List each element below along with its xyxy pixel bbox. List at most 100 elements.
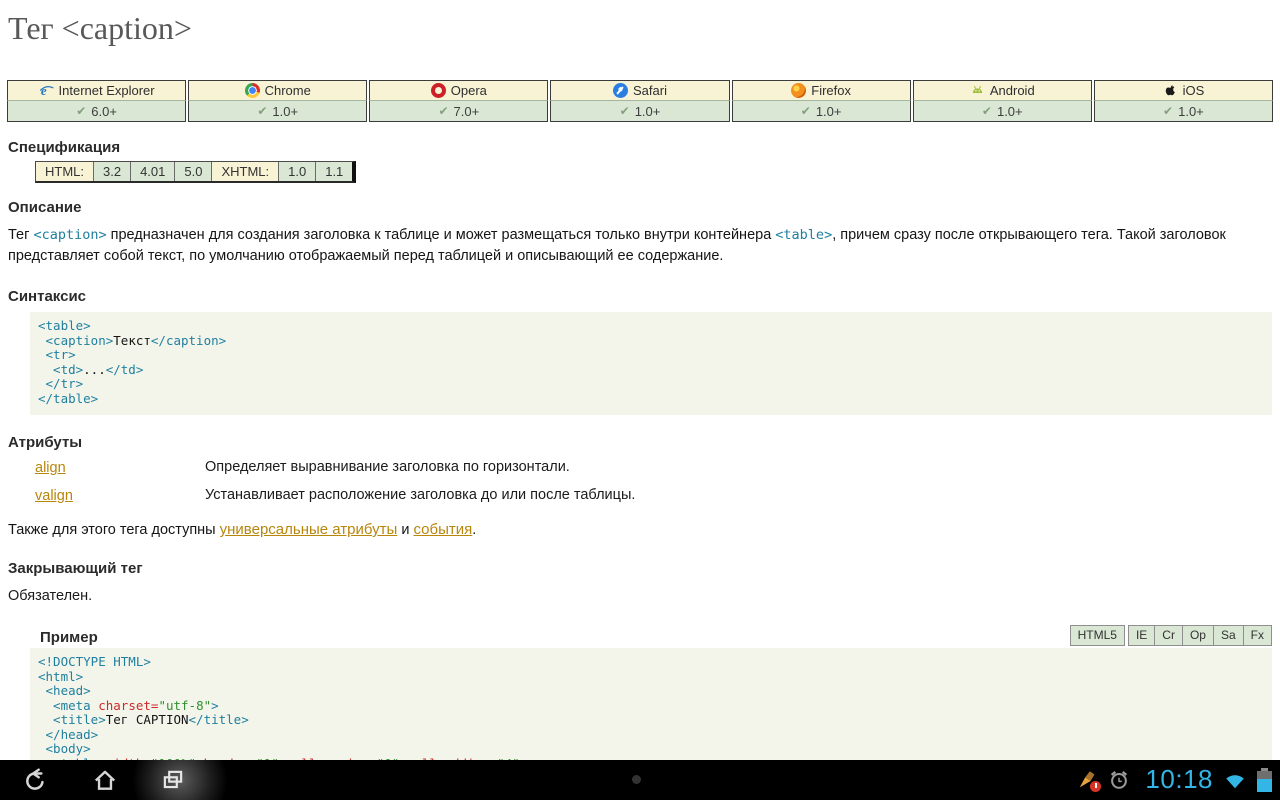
- home-button[interactable]: [88, 763, 122, 797]
- tab-firefox: Fx: [1243, 625, 1272, 646]
- page-title: Тег <caption>: [8, 10, 1280, 58]
- syntax-heading: Синтаксис: [8, 288, 1280, 305]
- battery-fill: [1257, 779, 1272, 792]
- code-line: <title>Тег CAPTION</title>: [38, 713, 1264, 728]
- code-line: </head>: [38, 728, 1264, 743]
- inline-link[interactable]: универсальные атрибуты: [220, 521, 398, 538]
- tab-safari: Sa: [1213, 625, 1244, 646]
- token-code: <table>: [775, 227, 832, 243]
- back-icon: [24, 767, 50, 793]
- android-navbar: 10:18: [0, 760, 1280, 800]
- attributes-note: Также для этого тега доступны универсаль…: [8, 521, 1272, 538]
- check-icon: ✔: [801, 104, 811, 118]
- support-version-ie: ✔6.0+: [7, 101, 186, 122]
- support-cell-opera: Opera: [369, 80, 548, 101]
- token-text: предназначен для создания заголовка к та…: [107, 227, 776, 243]
- token-tag: <head>: [38, 683, 91, 698]
- browser-support-table: e Internet Explorer Chrome Opera Safari …: [7, 80, 1273, 122]
- browser-name: Android: [990, 83, 1035, 98]
- check-icon: ✔: [982, 104, 992, 118]
- spec-cell: 3.2: [94, 162, 131, 181]
- token-tag: <html>: [38, 669, 83, 684]
- token-code: <caption>: [33, 227, 106, 243]
- code-line: <!DOCTYPE HTML>: [38, 655, 1264, 670]
- closing-tag-text: Обязателен.: [8, 588, 1280, 604]
- android-icon: [970, 83, 985, 98]
- token-text: Тег: [8, 227, 33, 243]
- tab-html5: HTML5: [1070, 625, 1125, 646]
- token-tag: <body>: [38, 741, 91, 756]
- browser-name: Internet Explorer: [59, 83, 155, 98]
- check-icon: ✔: [620, 104, 630, 118]
- description-heading: Описание: [8, 199, 1280, 216]
- token-val: "utf-8": [158, 698, 211, 713]
- code-line: <meta charset="utf-8">: [38, 699, 1264, 714]
- browser-name: Opera: [451, 83, 487, 98]
- opera-icon: [431, 83, 446, 98]
- syntax-code-block: <table> <caption>Текст</caption> <tr> <t…: [30, 312, 1272, 415]
- support-version-opera: ✔ 7.0+: [369, 101, 548, 122]
- home-icon: [92, 767, 118, 793]
- browser-version: 6.0+: [91, 104, 117, 119]
- valign-attribute-link[interactable]: valign: [35, 488, 73, 504]
- browser-name: iOS: [1183, 83, 1205, 98]
- browser-version: 1.0+: [272, 104, 298, 119]
- code-line: <html>: [38, 670, 1264, 685]
- example-header: Пример HTML5 IE Cr Op Sa Fx: [40, 624, 1272, 646]
- wifi-icon: [1224, 769, 1246, 791]
- recent-apps-button[interactable]: [156, 763, 190, 797]
- code-line: <head>: [38, 684, 1264, 699]
- specification-table: HTML: 3.2 4.01 5.0 XHTML: 1.0 1.1: [35, 161, 356, 183]
- browser-name: Safari: [633, 83, 667, 98]
- spec-cell: 5.0: [175, 162, 212, 181]
- token-text: ...: [83, 362, 106, 377]
- attributes-heading: Атрибуты: [8, 434, 1280, 451]
- code-line: </tr>: [38, 377, 1264, 392]
- token-tag: </head>: [38, 727, 98, 742]
- page-content: Тег <caption> e Internet Explorer Chrome…: [0, 0, 1280, 760]
- tab-opera: Op: [1182, 625, 1214, 646]
- align-attribute-link[interactable]: align: [35, 460, 66, 476]
- token-text: и: [397, 522, 413, 538]
- support-version-firefox: ✔ 1.0+: [732, 101, 911, 122]
- browser-version: 1.0+: [1178, 104, 1204, 119]
- support-version-android: ✔1.0+: [913, 101, 1092, 122]
- code-line: <body>: [38, 742, 1264, 757]
- token-tag: </caption>: [151, 333, 226, 348]
- recent-apps-icon: [160, 767, 186, 793]
- token-tag: >: [211, 698, 219, 713]
- token-tag: </tr>: [38, 376, 83, 391]
- browser-version: 1.0+: [816, 104, 842, 119]
- apple-icon: [1163, 83, 1178, 98]
- example-code-block: <!DOCTYPE HTML><html> <head> <meta chars…: [30, 648, 1272, 760]
- check-icon: ✔: [257, 104, 267, 118]
- check-icon: ✔: [1163, 104, 1173, 118]
- token-tag: <meta: [38, 698, 98, 713]
- check-icon: ✔: [438, 104, 448, 118]
- code-line: <table>: [38, 319, 1264, 334]
- navbar-buttons: [20, 760, 190, 800]
- support-cell-ie: e Internet Explorer: [7, 80, 186, 101]
- attribute-row-align: align Определяет выравнивание заголовка …: [35, 459, 1280, 477]
- token-tag: <td>: [38, 362, 83, 377]
- support-version-ios: ✔ 1.0+: [1094, 101, 1273, 122]
- token-tag: <caption>: [38, 333, 113, 348]
- attribute-description: Определяет выравнивание заголовка по гор…: [205, 459, 1280, 475]
- code-line: <tr>: [38, 348, 1264, 363]
- ie-icon: e: [39, 83, 54, 98]
- browser-version: 7.0+: [454, 104, 480, 119]
- battery-icon: [1257, 768, 1272, 792]
- token-attr: charset=: [98, 698, 158, 713]
- spec-cell: 1.0: [279, 162, 316, 181]
- status-area[interactable]: 10:18: [1077, 760, 1272, 800]
- browser-name: Chrome: [265, 83, 311, 98]
- support-version-safari: ✔1.0+: [550, 101, 729, 122]
- back-button[interactable]: [20, 763, 54, 797]
- inline-link[interactable]: события: [413, 521, 472, 538]
- tab-chrome: Cr: [1154, 625, 1183, 646]
- status-clock: 10:18: [1145, 764, 1213, 795]
- token-tag: </title>: [189, 712, 249, 727]
- token-tag: <title>: [38, 712, 106, 727]
- attribute-row-valign: valign Устанавливает расположение заголо…: [35, 487, 1280, 505]
- code-line: </table>: [38, 392, 1264, 407]
